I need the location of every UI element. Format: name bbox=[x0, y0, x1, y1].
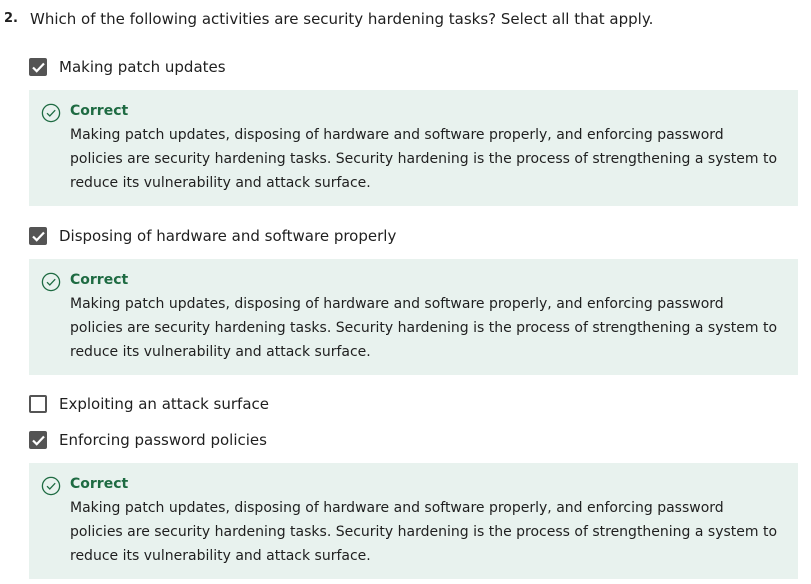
option-label: Enforcing password policies bbox=[59, 431, 267, 449]
option-label: Making patch updates bbox=[59, 58, 226, 76]
checkmark-icon bbox=[31, 231, 45, 242]
option-making-patch-updates[interactable]: Making patch updates bbox=[29, 57, 226, 77]
feedback-status: Correct bbox=[70, 103, 129, 119]
checkmark-icon bbox=[31, 62, 45, 73]
option-label: Disposing of hardware and software prope… bbox=[59, 227, 397, 245]
option-label: Exploiting an attack surface bbox=[59, 395, 269, 413]
feedback-panel: Correct Making patch updates, disposing … bbox=[29, 90, 798, 206]
feedback-panel: Correct Making patch updates, disposing … bbox=[29, 463, 798, 579]
feedback-text: Making patch updates, disposing of hardw… bbox=[70, 500, 778, 564]
option-disposing-hardware-software[interactable]: Disposing of hardware and software prope… bbox=[29, 226, 396, 246]
checkbox-checked[interactable] bbox=[29, 58, 47, 76]
question-number: 2. bbox=[4, 11, 18, 26]
feedback-text: Making patch updates, disposing of hardw… bbox=[70, 296, 778, 360]
check-circle-icon bbox=[41, 103, 61, 123]
check-circle-icon bbox=[41, 476, 61, 496]
checkbox-unchecked[interactable] bbox=[29, 395, 47, 413]
question-text: Which of the following activities are se… bbox=[30, 10, 654, 28]
checkbox-checked[interactable] bbox=[29, 227, 47, 245]
checkbox-checked[interactable] bbox=[29, 431, 47, 449]
feedback-text: Making patch updates, disposing of hardw… bbox=[70, 127, 778, 191]
option-enforcing-password-policies[interactable]: Enforcing password policies bbox=[29, 430, 267, 450]
option-exploiting-attack-surface[interactable]: Exploiting an attack surface bbox=[29, 394, 269, 414]
check-circle-icon bbox=[41, 272, 61, 292]
feedback-panel: Correct Making patch updates, disposing … bbox=[29, 259, 798, 375]
feedback-status: Correct bbox=[70, 476, 129, 492]
checkmark-icon bbox=[31, 435, 45, 446]
feedback-status: Correct bbox=[70, 272, 129, 288]
